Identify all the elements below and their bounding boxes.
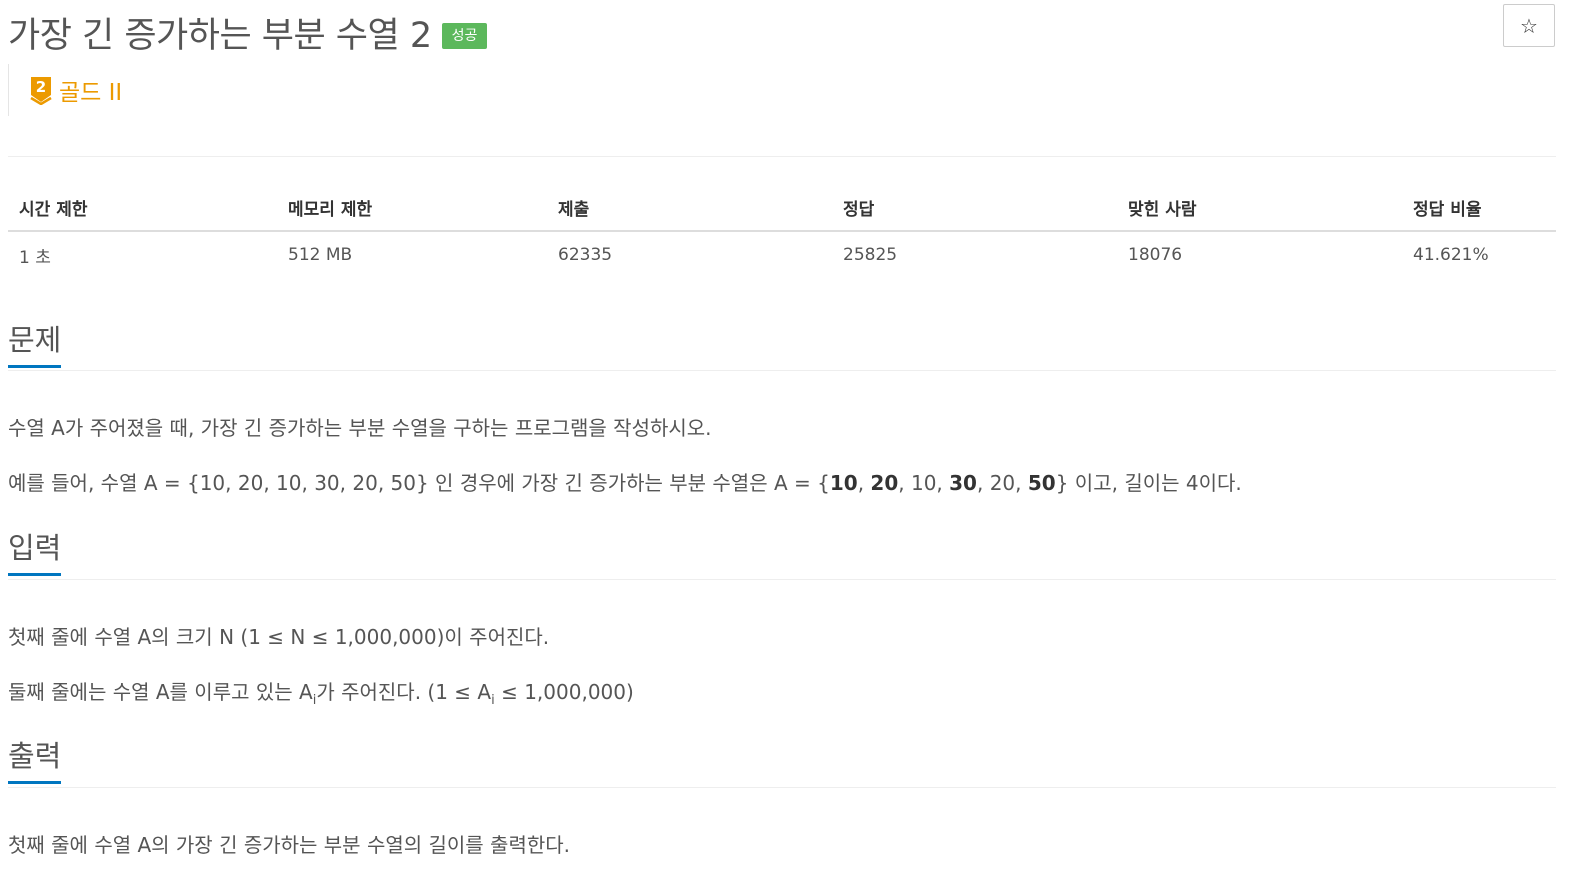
- info-header-row: 시간 제한 메모리 제한 제출 정답 맞힌 사람 정답 비율: [8, 184, 1556, 232]
- problem-info-table: 시간 제한 메모리 제한 제출 정답 맞힌 사람 정답 비율 1 초 512 M…: [8, 184, 1556, 278]
- header-accept-ratio: 정답 비율: [1402, 184, 1556, 232]
- tier-level-number: 2: [36, 78, 46, 96]
- header-time-limit: 시간 제한: [8, 184, 277, 232]
- header-divider: [8, 156, 1556, 157]
- output-line-1: 첫째 줄에 수열 A의 가장 긴 증가하는 부분 수열의 길이를 출력한다.: [8, 833, 571, 857]
- accept-ratio-value: 41.621%: [1413, 245, 1489, 265]
- tier-info: 2 골드 II: [8, 64, 122, 116]
- tier-label: 골드 II: [59, 80, 123, 106]
- header-solved-users: 맞힌 사람: [1117, 184, 1402, 232]
- status-badge: 성공: [441, 23, 488, 49]
- solved-users-value: 18076: [1128, 245, 1183, 265]
- description-section-line: [8, 370, 1556, 371]
- info-value-row: 1 초 512 MB 62335 25825 18076 41.621%: [8, 231, 1556, 278]
- header-accepted: 정답: [832, 184, 1117, 232]
- star-outline-icon: ☆: [1520, 13, 1538, 38]
- accepted-value: 25825: [843, 245, 898, 265]
- problem-title: 가장 긴 증가하는 부분 수열 2: [8, 15, 432, 56]
- output-heading: 출력: [8, 739, 62, 785]
- output-section-line: [8, 787, 1556, 788]
- input-line-1: 첫째 줄에 수열 A의 크기 N (1 ≤ N ≤ 1,000,000)이 주어…: [8, 625, 550, 649]
- gold-tier-shield-icon: 2: [30, 77, 52, 105]
- submissions-value: 62335: [558, 245, 613, 265]
- favorite-star-button[interactable]: ☆: [1503, 4, 1555, 47]
- header-submissions: 제출: [547, 184, 832, 232]
- memory-limit-value: 512 MB: [288, 245, 353, 265]
- description-line-2: 예를 들어, 수열 A = {10, 20, 10, 30, 20, 50} 인…: [8, 471, 1242, 495]
- problem-page: 가장 긴 증가하는 부분 수열 2 성공 ☆ 2 골드 II 시간 제한 메모리…: [0, 0, 1587, 876]
- input-heading: 입력: [8, 531, 62, 577]
- input-line-2: 둘째 줄에는 수열 A를 이루고 있는 Ai가 주어진다. (1 ≤ Ai ≤ …: [8, 680, 634, 708]
- header-memory-limit: 메모리 제한: [277, 184, 547, 232]
- time-limit-value: 1 초: [19, 247, 51, 268]
- description-heading: 문제: [8, 323, 62, 369]
- description-line-1: 수열 A가 주어졌을 때, 가장 긴 증가하는 부분 수열을 구하는 프로그램을…: [8, 416, 712, 440]
- problem-header: 가장 긴 증가하는 부분 수열 2 성공: [8, 8, 488, 56]
- input-section-line: [8, 579, 1556, 580]
